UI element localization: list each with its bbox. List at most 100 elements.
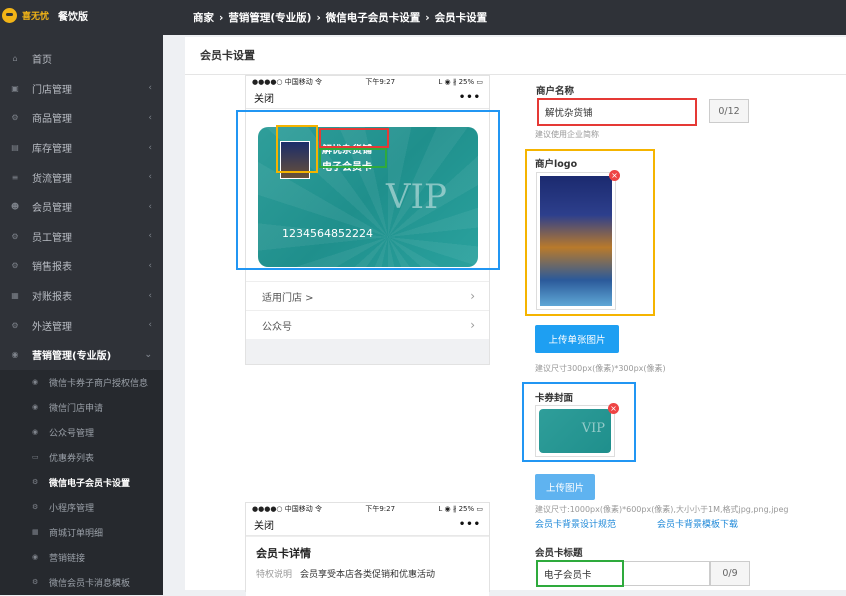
chevron-left-icon: ‹ [148,231,152,242]
brand-mascot-icon [2,7,17,23]
more-menu-icon[interactable]: ••• [459,92,481,103]
sidebar-item-3[interactable]: ▤ 库存管理 ‹ [0,133,163,163]
sidebar-item-label: 首页 [32,55,52,67]
upload-single-image-button[interactable]: 上传单张图片 [535,325,619,353]
gears-icon: ⚙ [11,320,19,330]
row-label: 公众号 [262,321,292,333]
phone-header: 关闭 ••• [246,514,489,536]
breadcrumb-item-2[interactable]: 微信电子会员卡设置 [326,10,421,25]
chevron-left-icon: ‹ [148,260,152,271]
status-battery: ᒪ ◉ ∦ 25% ▭ [438,77,483,86]
sidebar-subitem-4[interactable]: ⚙ 微信电子会员卡设置 [0,470,163,495]
logo-image [540,176,612,306]
phone-status-bar: ●●●●○ 中国移动 令 下午9:27 ᒪ ◉ ∦ 25% ▭ [246,76,489,87]
card-title-counter: 0/9 [710,561,750,586]
wechat-icon: ◉ [32,378,39,387]
sidebar-item-label: 库存管理 [32,144,72,156]
cover-vip-text: VIP [581,421,605,436]
sidebar-subitem-label: 微信门店申请 [49,403,104,414]
sidebar-subitem-label: 小程序管理 [49,503,95,514]
sidebar-item-label: 门店管理 [32,84,72,96]
table-icon: ▦ [11,291,19,301]
more-menu-icon[interactable]: ••• [459,519,481,530]
sidebar-subitem-6[interactable]: ▦ 商城订单明细 [0,520,163,545]
sidebar-subitem-2[interactable]: ◉ 公众号管理 [0,420,163,445]
sidebar-item-10[interactable]: ◉ 营销管理(专业版) ⌄ [0,340,163,370]
card-title-input-extension[interactable] [624,561,710,586]
sidebar-subitem-1[interactable]: ◉ 微信门店申请 [0,395,163,420]
chevron-right-icon: › [470,289,475,303]
breadcrumb-separator: › [316,11,321,24]
cover-thumbnail[interactable]: VIP [535,405,615,457]
sidebar-item-0[interactable]: ⌂ 首页 [0,44,163,74]
phone-preview-detail: ●●●●○ 中国移动 令 下午9:27 ᒪ ◉ ∦ 25% ▭ 关闭 ••• 会… [245,502,490,596]
card-icon: ▭ [32,453,39,462]
privilege-text: 会员享受本店各类促销和优惠活动 [300,570,436,580]
sidebar-item-label: 货流管理 [32,173,72,185]
logo-thumbnail[interactable] [536,172,616,310]
page-title: 会员卡设置 [185,37,846,75]
sidebar-subitem-label: 微信电子会员卡设置 [49,478,131,489]
sidebar-item-1[interactable]: ▣ 门店管理 ‹ [0,74,163,104]
breadcrumb-item-0[interactable]: 商家 [193,10,214,25]
wechat-icon: ◉ [32,403,39,412]
bg-template-download-link[interactable]: 会员卡背景模板下载 [657,517,738,530]
merchant-name-label: 商户名称 [536,86,575,97]
cover-size-hint: 建议尺寸:1000px(像素)*600px(像素),大小小于1M,格式jpg,p… [535,505,789,514]
card-detail-section: 会员卡详情 特权说明 会员享受本店各类促销和优惠活动 [246,536,489,596]
gears-icon: ⚙ [32,478,39,487]
cover-label: 卡券封面 [535,393,574,404]
merchant-name-counter: 0/12 [709,99,749,123]
chevron-left-icon: ‹ [148,142,152,153]
list-icon: ≡ [11,172,19,182]
sidebar-subitem-0[interactable]: ◉ 微信卡券子商户授权信息 [0,370,163,395]
chevron-left-icon: ‹ [148,172,152,183]
breadcrumb-item-1[interactable]: 营销管理(专业版) [228,10,311,25]
sidebar-item-label: 营销管理(专业版) [32,351,112,363]
delete-cover-icon[interactable]: × [608,403,619,414]
cover-image: VIP [539,409,611,453]
sidebar-subitem-label: 微信卡券子商户授权信息 [49,378,149,389]
card-title-input[interactable]: 电子会员卡 [536,560,624,587]
box-icon: ▤ [11,143,19,153]
gears-icon: ⚙ [11,231,19,241]
delete-logo-icon[interactable]: × [609,170,620,181]
row-applicable-stores[interactable]: 适用门店 > › [246,281,489,310]
gears-icon: ⚙ [32,503,39,512]
wechat-icon: ◉ [11,350,19,360]
sidebar-item-5[interactable]: ☻ 会员管理 ‹ [0,192,163,222]
close-button[interactable]: 关闭 [254,517,274,532]
breadcrumb: 商家 › 营销管理(专业版) › 微信电子会员卡设置 › 会员卡设置 [163,0,846,35]
chevron-left-icon: ‹ [148,290,152,301]
chevron-left-icon: ‹ [148,201,152,212]
bg-design-spec-link[interactable]: 会员卡背景设计规范 [535,517,616,530]
sidebar-item-6[interactable]: ⚙ 员工管理 ‹ [0,222,163,252]
privilege-label: 特权说明 [256,570,293,580]
sidebar-subitem-label: 商城订单明细 [49,528,104,539]
cart-icon: ▣ [11,83,19,93]
wechat-icon: ◉ [32,553,39,562]
sidebar-subitem-label: 营销链接 [49,553,86,564]
sidebar-item-4[interactable]: ≡ 货流管理 ‹ [0,162,163,192]
gears-icon: ⚙ [11,113,19,123]
sidebar-subitem-7[interactable]: ◉ 营销链接 [0,545,163,570]
close-button[interactable]: 关闭 [254,90,274,105]
upload-image-button[interactable]: 上传图片 [535,474,595,500]
sidebar-item-8[interactable]: ▦ 对账报表 ‹ [0,281,163,311]
row-official-account[interactable]: 公众号 › [246,310,489,339]
breadcrumb-separator: › [219,11,224,24]
sidebar-subitem-5[interactable]: ⚙ 小程序管理 [0,495,163,520]
merchant-name-input[interactable]: 解忧杂货铺 [537,98,697,126]
privilege-row: 特权说明 会员享受本店各类促销和优惠活动 [256,567,479,580]
app-logo[interactable]: 喜无忧 餐饮版 [0,0,163,30]
sidebar-subitem-8[interactable]: ⚙ 微信会员卡消息模板 [0,570,163,595]
breadcrumb-item-3: 会员卡设置 [434,12,488,24]
sidebar-item-2[interactable]: ⚙ 商品管理 ‹ [0,103,163,133]
sidebar-subitem-3[interactable]: ▭ 优惠券列表 [0,445,163,470]
sidebar-item-label: 员工管理 [32,232,72,244]
sidebar-item-7[interactable]: ⚙ 销售报表 ‹ [0,251,163,281]
sidebar-subitem-label: 微信会员卡消息模板 [49,578,131,589]
status-time: 下午9:27 [365,77,396,86]
phone-header: 关闭 ••• [246,87,489,109]
sidebar-item-9[interactable]: ⚙ 外送管理 ‹ [0,310,163,340]
